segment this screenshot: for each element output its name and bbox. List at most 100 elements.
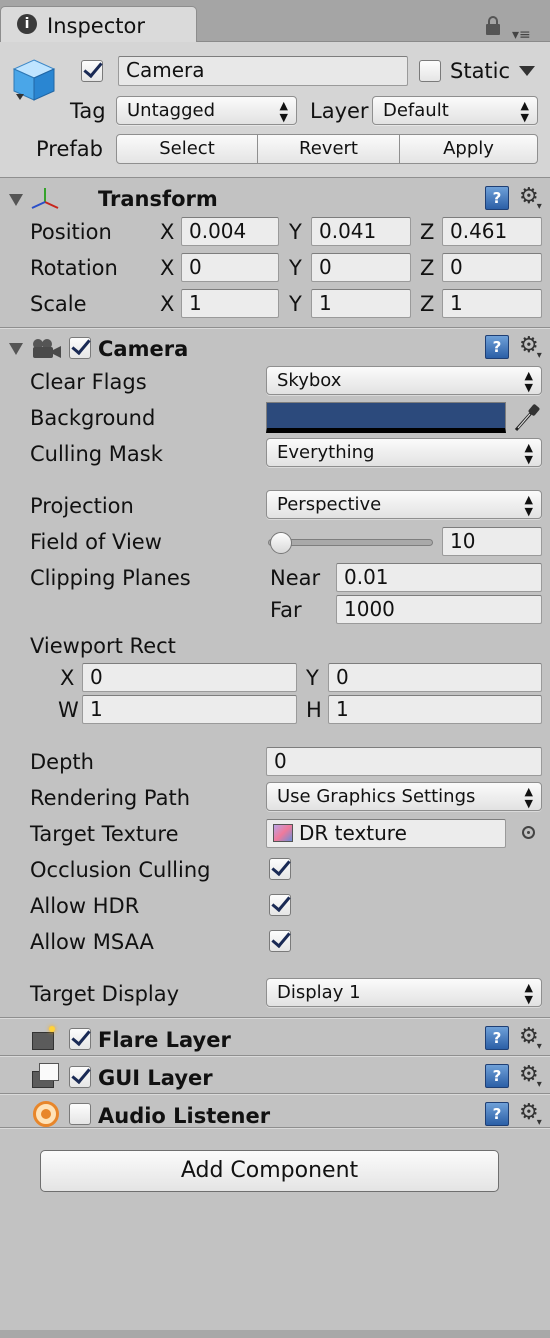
far-field[interactable]: 1000 <box>336 595 542 624</box>
target-texture-field[interactable]: DR texture <box>266 819 506 848</box>
add-component-button[interactable]: Add Component <box>40 1150 499 1192</box>
rotation-y-field[interactable]: 0 <box>311 253 411 282</box>
clipping-planes-label: Clipping Planes <box>30 566 191 590</box>
fov-value-field[interactable]: 10 <box>442 527 542 556</box>
allow-msaa-checkbox[interactable] <box>269 930 291 952</box>
flare-layer-icon <box>32 1032 54 1050</box>
scale-y-field[interactable]: 1 <box>311 289 411 318</box>
object-active-checkbox[interactable] <box>81 60 103 82</box>
position-x-field[interactable]: 0.004 <box>181 217 279 246</box>
camera-title[interactable]: Camera <box>98 339 188 360</box>
rendering-path-dropdown[interactable]: Use Graphics Settings ▲ ▼ <box>266 782 542 811</box>
viewport-w-field[interactable]: 1 <box>82 695 297 724</box>
dropdown-arrows-icon: ▲ ▼ <box>524 493 533 518</box>
audio-listener-title[interactable]: Audio Listener <box>98 1106 270 1127</box>
transform-help-icon[interactable]: ? <box>485 186 509 210</box>
axis-y-label[interactable]: Y <box>289 294 302 315</box>
static-dropdown-arrow-icon[interactable] <box>519 66 535 76</box>
far-label[interactable]: Far <box>270 600 302 621</box>
background-label: Background <box>30 406 156 430</box>
gameobject-cube-icon <box>12 59 56 101</box>
prefab-revert-button[interactable]: Revert <box>257 134 400 164</box>
tab-menu-icon[interactable]: ▾≡ <box>512 28 531 42</box>
axis-x-label[interactable]: X <box>160 294 174 315</box>
gui-layer-checkbox[interactable] <box>69 1066 91 1088</box>
allow-hdr-checkbox[interactable] <box>269 894 291 916</box>
position-y-field[interactable]: 0.041 <box>311 217 411 246</box>
depth-field[interactable]: 0 <box>266 747 542 776</box>
scale-label: Scale <box>30 292 87 316</box>
gui-help-icon[interactable]: ? <box>485 1064 509 1088</box>
transform-title[interactable]: Transform <box>98 189 218 210</box>
viewport-h-label[interactable]: H <box>306 700 322 721</box>
clear-flags-dropdown[interactable]: Skybox ▲ ▼ <box>266 366 542 395</box>
prefab-apply-button[interactable]: Apply <box>399 134 538 164</box>
flare-settings-gear-icon[interactable]: ⚙▾ <box>519 1026 544 1052</box>
axis-x-label[interactable]: X <box>160 222 174 243</box>
rendering-path-value: Use Graphics Settings <box>277 786 476 807</box>
axis-z-label[interactable]: Z <box>420 222 434 243</box>
viewport-rect-label: Viewport Rect <box>30 634 176 658</box>
audio-help-icon[interactable]: ? <box>485 1102 509 1126</box>
viewport-y-field[interactable]: 0 <box>328 663 542 692</box>
transform-settings-gear-icon[interactable]: ⚙▾ <box>519 186 544 212</box>
viewport-y-label[interactable]: Y <box>306 668 319 689</box>
transform-foldout-arrow[interactable] <box>9 194 23 206</box>
object-header: Camera Static Tag Untagged ▲ ▼ Layer Defa… <box>0 42 550 178</box>
rotation-x-field[interactable]: 0 <box>181 253 279 282</box>
camera-settings-gear-icon[interactable]: ⚙▾ <box>519 335 544 361</box>
viewport-w-label[interactable]: W <box>58 700 79 721</box>
dropdown-arrows-icon: ▲ ▼ <box>279 99 288 124</box>
camera-foldout-arrow[interactable] <box>9 343 23 355</box>
gui-layer-icon <box>39 1063 59 1081</box>
occlusion-culling-checkbox[interactable] <box>269 858 291 880</box>
layer-label: Layer <box>310 99 369 123</box>
divider <box>0 1127 550 1129</box>
axis-z-label[interactable]: Z <box>420 294 434 315</box>
culling-mask-dropdown[interactable]: Everything ▲ ▼ <box>266 438 542 467</box>
flare-help-icon[interactable]: ? <box>485 1026 509 1050</box>
object-name-field[interactable]: Camera <box>118 56 408 86</box>
near-field[interactable]: 0.01 <box>336 563 542 592</box>
tab-bar: i Inspector ▾≡ <box>0 0 550 43</box>
axis-y-label[interactable]: Y <box>289 258 302 279</box>
fov-slider-track[interactable] <box>268 539 433 546</box>
dropdown-arrows-icon: ▲ ▼ <box>524 369 533 394</box>
axis-z-label[interactable]: Z <box>420 258 434 279</box>
target-texture-value: DR texture <box>299 821 407 845</box>
near-label[interactable]: Near <box>270 568 320 589</box>
viewport-x-label[interactable]: X <box>60 668 74 689</box>
divider <box>0 1055 550 1057</box>
culling-mask-label: Culling Mask <box>30 442 163 466</box>
target-texture-label: Target Texture <box>30 822 179 846</box>
render-texture-icon <box>273 824 293 842</box>
static-label: Static <box>450 59 511 83</box>
audio-settings-gear-icon[interactable]: ⚙▾ <box>519 1102 544 1128</box>
gui-settings-gear-icon[interactable]: ⚙▾ <box>519 1064 544 1090</box>
static-checkbox[interactable] <box>419 60 441 82</box>
flare-layer-title[interactable]: Flare Layer <box>98 1030 231 1051</box>
flare-layer-checkbox[interactable] <box>69 1028 91 1050</box>
tag-dropdown[interactable]: Untagged ▲ ▼ <box>116 96 297 125</box>
target-display-dropdown[interactable]: Display 1 ▲ ▼ <box>266 978 542 1007</box>
rotation-z-field[interactable]: 0 <box>442 253 542 282</box>
position-z-field[interactable]: 0.461 <box>442 217 542 246</box>
audio-listener-checkbox[interactable] <box>69 1103 91 1125</box>
axis-x-label[interactable]: X <box>160 258 174 279</box>
scale-z-field[interactable]: 1 <box>442 289 542 318</box>
axis-y-label[interactable]: Y <box>289 222 302 243</box>
layer-dropdown[interactable]: Default ▲ ▼ <box>372 96 538 125</box>
background-color-swatch[interactable] <box>266 402 506 433</box>
eyedropper-icon[interactable] <box>512 402 542 434</box>
scale-x-field[interactable]: 1 <box>181 289 279 318</box>
camera-enabled-checkbox[interactable] <box>69 337 91 359</box>
prefab-select-button[interactable]: Select <box>116 134 258 164</box>
gui-layer-title[interactable]: GUI Layer <box>98 1068 213 1089</box>
fov-slider-thumb[interactable] <box>270 532 292 554</box>
inspector-tab[interactable]: i Inspector <box>0 6 197 43</box>
inspector-tab-title: Inspector <box>47 14 145 38</box>
camera-help-icon[interactable]: ? <box>485 335 509 359</box>
projection-dropdown[interactable]: Perspective ▲ ▼ <box>266 490 542 519</box>
viewport-x-field[interactable]: 0 <box>82 663 297 692</box>
viewport-h-field[interactable]: 1 <box>328 695 542 724</box>
